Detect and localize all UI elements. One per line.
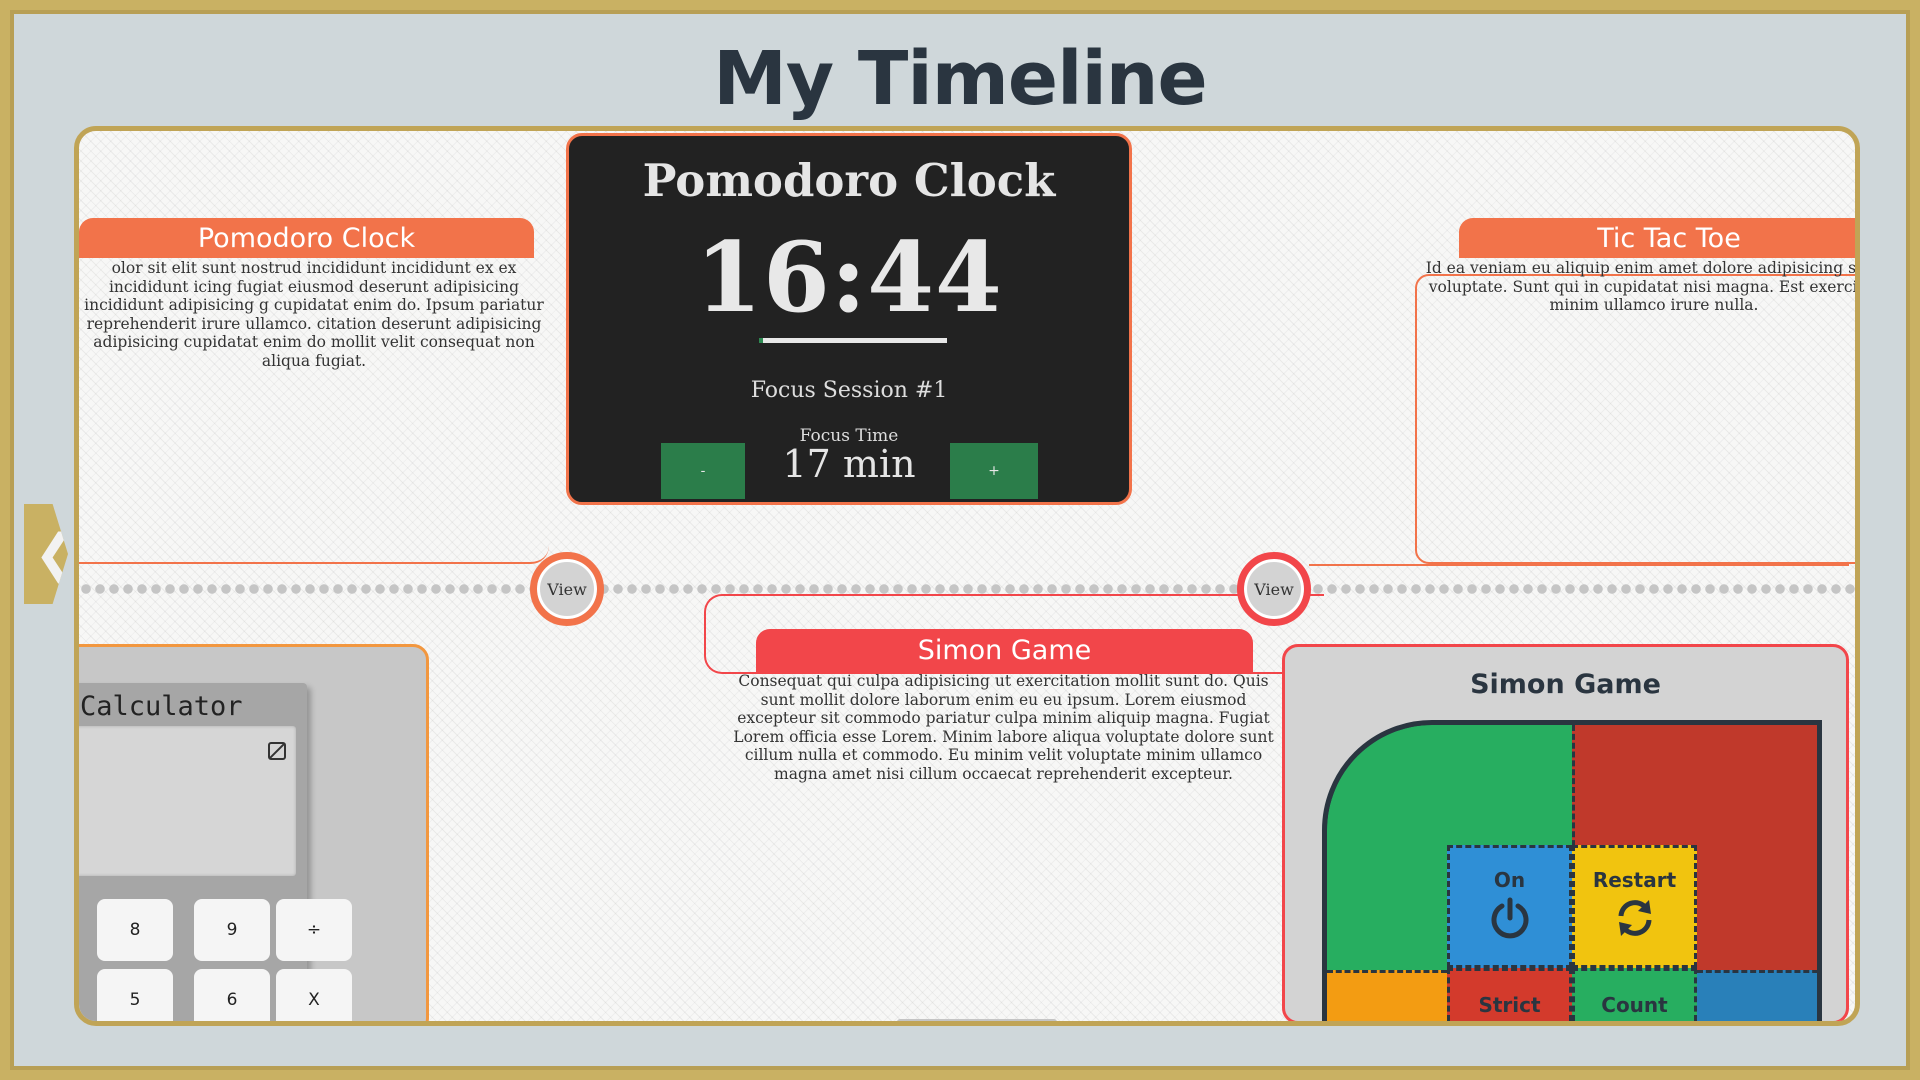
simon-on-button[interactable]: On <box>1447 845 1572 968</box>
pomodoro-session-label: Focus Session #1 <box>750 378 948 403</box>
power-icon <box>1491 897 1528 939</box>
pomodoro-progress-bar <box>759 338 947 343</box>
connector-tictactoe <box>1309 564 1849 566</box>
calc-key-8[interactable]: 8 <box>97 899 173 961</box>
focus-decrease-button[interactable]: - <box>661 443 745 499</box>
timeline-container: Pomodoro Clock olor sit elit sunt nostru… <box>74 126 1860 1026</box>
calc-key-divide[interactable]: ÷ <box>276 899 352 961</box>
focus-time-value: 17 min <box>782 442 916 486</box>
page-title: My Timeline <box>713 36 1207 122</box>
clear-icon[interactable] <box>268 742 286 760</box>
simon-restart-button[interactable]: Restart <box>1572 845 1697 968</box>
calculator-screen <box>79 726 296 876</box>
app-frame: My Timeline Pomodoro Clock olor sit elit… <box>10 10 1910 1070</box>
pomodoro-progress-fill <box>759 338 763 343</box>
pomodoro-time-display: 16:44 <box>695 221 1003 334</box>
event-title-tictactoe: Tic Tac Toe <box>1459 218 1855 258</box>
simon-board: On Restart Strict Count <box>1322 720 1822 1021</box>
pomodoro-preview-title: Pomodoro Clock <box>642 154 1056 207</box>
calculator-preview-card[interactable]: Calculator 8 9 ÷ 5 6 X <box>79 644 429 1021</box>
view-button-simon[interactable]: View <box>1237 552 1311 626</box>
calc-key-6[interactable]: 6 <box>194 969 270 1021</box>
simon-count-display: Count <box>1572 968 1697 1021</box>
timeline-dotted-line <box>79 582 1855 596</box>
simon-preview-title: Simon Game <box>1470 669 1661 700</box>
event-text-tictactoe: Id ea veniam eu aliquip enim amet dolore… <box>1425 259 1860 314</box>
focus-increase-button[interactable]: + <box>950 443 1038 499</box>
simon-blue-pad[interactable] <box>1697 970 1817 1021</box>
chevron-left-icon: ❮ <box>34 524 78 584</box>
simon-preview-card[interactable]: Simon Game On Restart Strict Count <box>1282 644 1849 1021</box>
prev-arrow-button[interactable]: ❮ <box>24 504 68 604</box>
simon-yellow-pad[interactable] <box>1327 970 1447 1021</box>
simon-count-label: Count <box>1601 993 1668 1017</box>
event-text-simon: Consequat qui culpa adipisicing ut exerc… <box>733 672 1274 783</box>
calc-key-multiply[interactable]: X <box>276 969 352 1021</box>
event-title-pomodoro: Pomodoro Clock <box>79 218 534 258</box>
simon-restart-label: Restart <box>1592 868 1677 892</box>
event-box-tictactoe <box>1415 274 1855 564</box>
calculator-title: Calculator <box>80 691 243 722</box>
simon-strict-label: Strict <box>1478 993 1541 1017</box>
simon-on-label: On <box>1493 868 1526 892</box>
simon-strict-button[interactable]: Strict <box>1447 968 1572 1021</box>
calc-key-5[interactable]: 5 <box>97 969 173 1021</box>
horizontal-scrollbar[interactable] <box>897 1019 1057 1021</box>
pomodoro-preview-card[interactable]: Pomodoro Clock 16:44 Focus Session #1 Fo… <box>566 133 1132 505</box>
event-text-pomodoro: olor sit elit sunt nostrud incididunt in… <box>84 259 544 370</box>
calc-key-9[interactable]: 9 <box>194 899 270 961</box>
event-title-simon: Simon Game <box>756 629 1253 672</box>
refresh-icon <box>1618 900 1651 936</box>
view-button-pomodoro[interactable]: View <box>530 552 604 626</box>
